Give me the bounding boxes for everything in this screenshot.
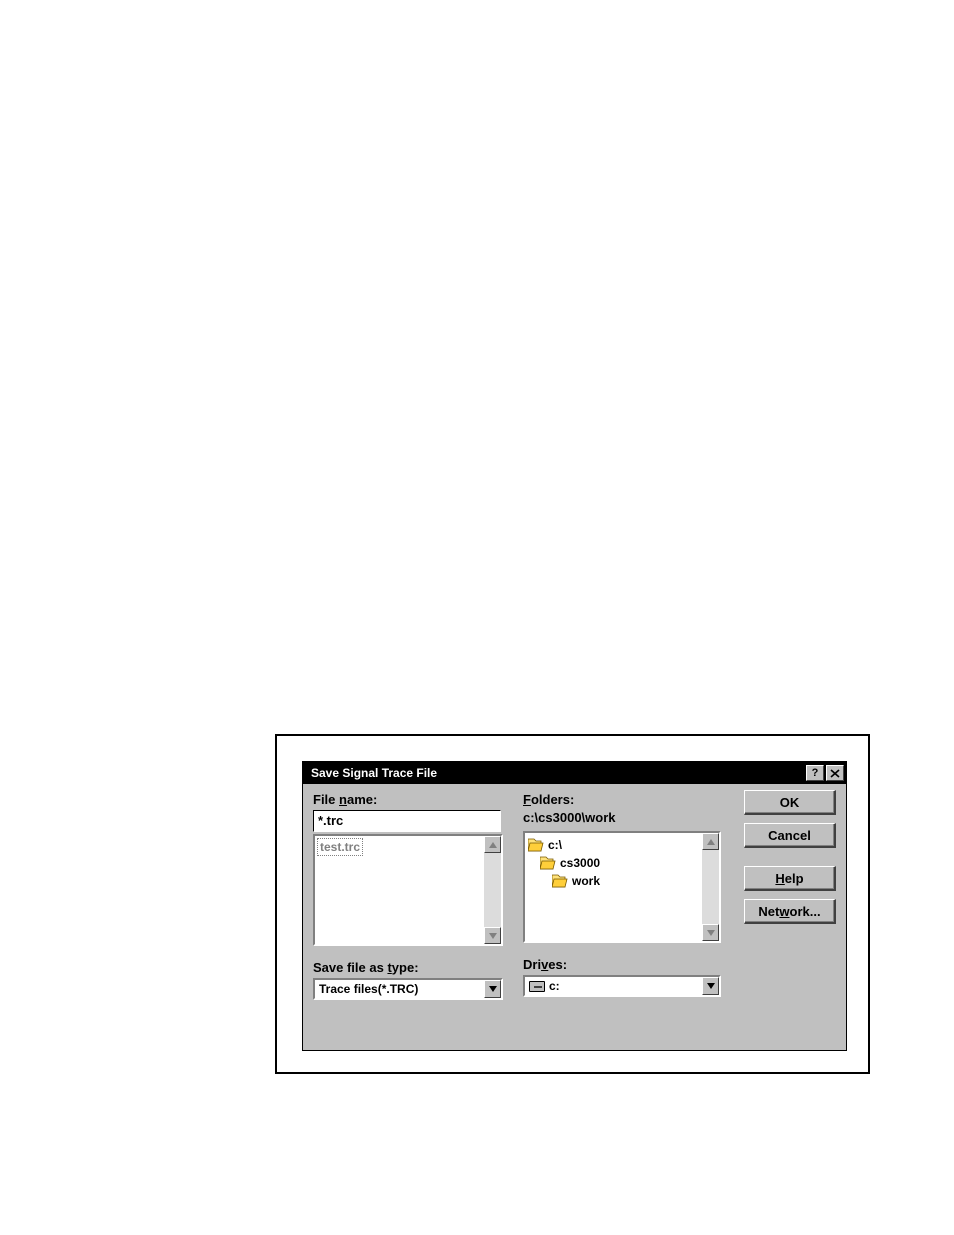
chevron-up-icon [489,842,497,848]
current-path: c:\cs3000\work [523,810,723,825]
close-button[interactable] [826,765,844,781]
folder-open-icon [552,874,569,888]
filetype-combo-button[interactable] [484,980,501,998]
folder-tree[interactable]: c:\ cs3000 [523,831,721,943]
ok-button[interactable]: OK [744,790,836,815]
folders-label: Folders: [523,792,723,807]
tree-item[interactable]: cs3000 [528,854,699,872]
dialog-title: Save Signal Trace File [303,766,805,780]
help-titlebar-button[interactable]: ? [806,765,824,781]
scroll-up-button[interactable] [484,836,501,853]
tree-item[interactable]: c:\ [528,836,699,854]
file-list-item[interactable]: test.trc [317,838,363,856]
drive-icon [529,981,545,992]
drives-combo[interactable]: c: [523,975,721,997]
drives-label: Drives: [523,957,723,972]
file-list[interactable]: test.trc [313,834,503,946]
dialog-outer-frame: Save Signal Trace File ? File name: [275,734,870,1074]
network-button[interactable]: Network... [744,899,836,924]
drives-combo-button[interactable] [702,977,719,995]
chevron-down-icon [489,986,497,992]
titlebar[interactable]: Save Signal Trace File ? [303,762,846,784]
scroll-down-button[interactable] [702,924,719,941]
chevron-down-icon [707,983,715,989]
scroll-down-button[interactable] [484,927,501,944]
folder-tree-scrollbar[interactable] [702,833,719,941]
close-icon [830,769,840,778]
chevron-down-icon [489,933,497,939]
chevron-up-icon [707,839,715,845]
filename-label: File name: [313,792,503,807]
cancel-button[interactable]: Cancel [744,823,836,848]
scroll-up-button[interactable] [702,833,719,850]
save-file-dialog: Save Signal Trace File ? File name: [302,761,847,1051]
tree-item[interactable]: work [528,872,699,890]
filetype-label: Save file as type: [313,960,503,975]
folder-open-icon [540,856,557,870]
folder-open-icon [528,838,545,852]
file-list-scrollbar[interactable] [484,836,501,944]
filetype-combo[interactable]: Trace files(*.TRC) [313,978,503,1000]
filename-input[interactable]: *.trc [313,810,501,832]
chevron-down-icon [707,930,715,936]
help-button[interactable]: Help [744,866,836,891]
